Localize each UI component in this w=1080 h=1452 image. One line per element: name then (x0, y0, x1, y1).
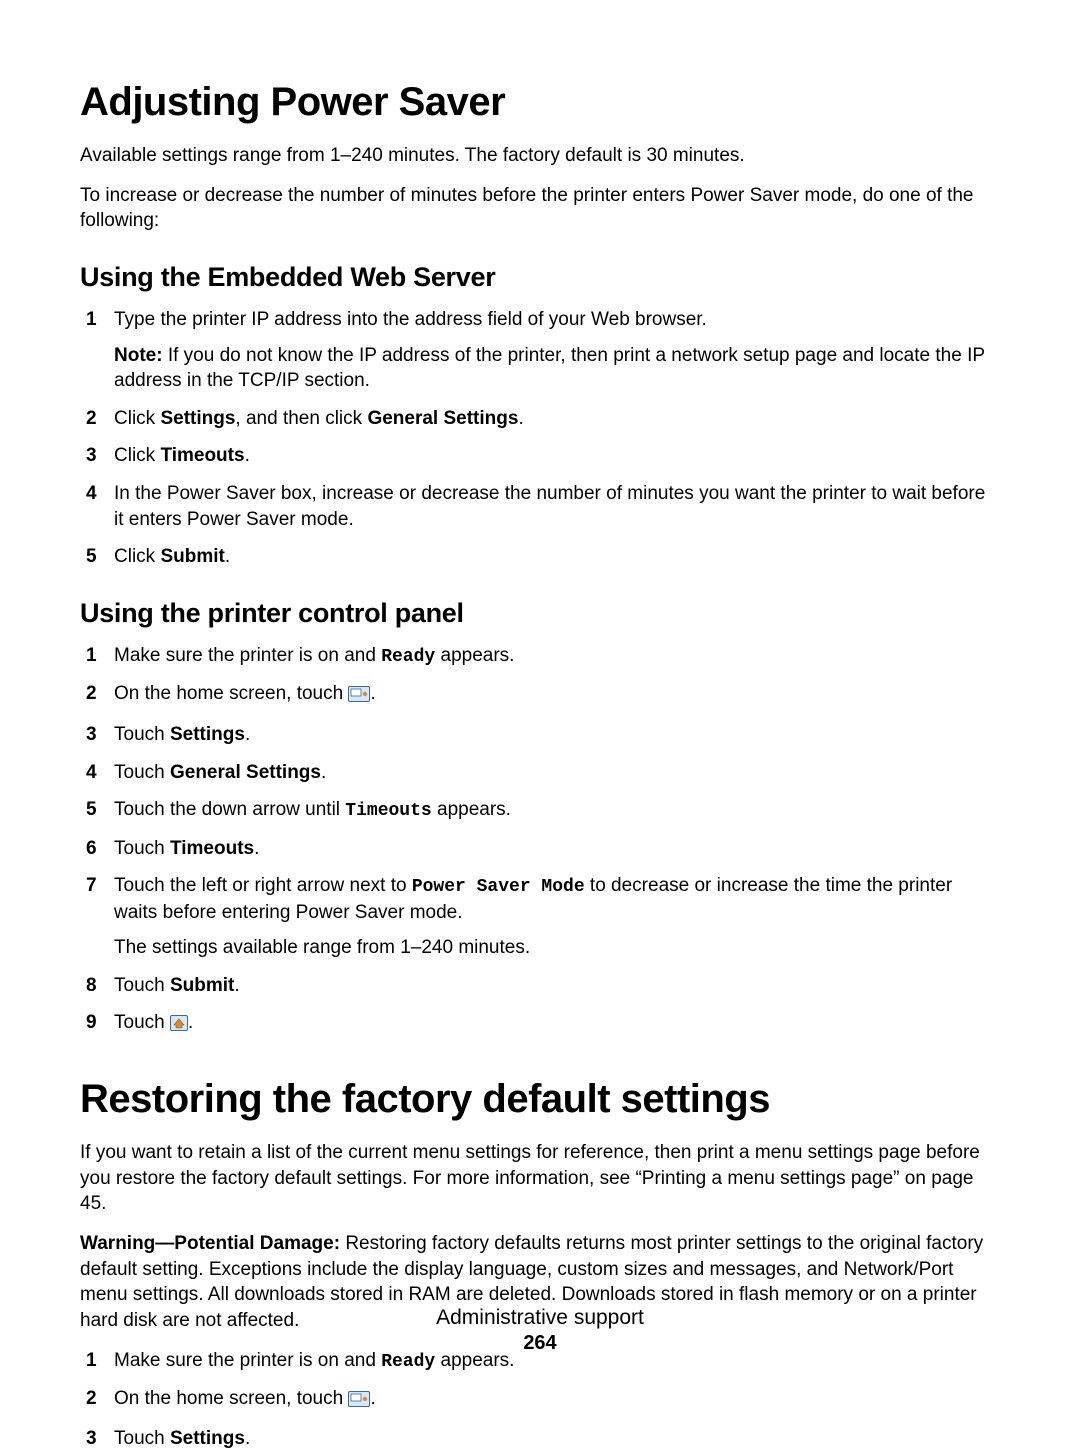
heading-adjusting-power-saver: Adjusting Power Saver (80, 80, 1000, 125)
page-number: 264 (523, 1332, 556, 1354)
paragraph: Available settings range from 1–240 minu… (80, 143, 1000, 169)
list-item: Touch Settings. (80, 722, 1000, 748)
list-item: Touch . (80, 1010, 1000, 1039)
note: Note: If you do not know the IP address … (114, 343, 1000, 394)
list-item: On the home screen, touch . (80, 1386, 1000, 1415)
paragraph: If you want to retain a list of the curr… (80, 1140, 1000, 1217)
list-item: On the home screen, touch . (80, 681, 1000, 710)
heading-restoring-factory-defaults: Restoring the factory default settings (80, 1077, 1000, 1122)
heading-embedded-web-server: Using the Embedded Web Server (80, 262, 1000, 293)
menu-icon (348, 1389, 370, 1415)
page-footer: Administrative support 264 (0, 1306, 1080, 1355)
list-item: Click Submit. (80, 544, 1000, 570)
list-item: Touch the left or right arrow next to Po… (80, 873, 1000, 961)
page: Adjusting Power Saver Available settings… (0, 0, 1080, 1397)
list-item: Type the printer IP address into the add… (80, 307, 1000, 394)
list-item: Touch Timeouts. (80, 836, 1000, 862)
menu-icon (348, 684, 370, 710)
ordered-list: Make sure the printer is on and Ready ap… (80, 1348, 1000, 1452)
list-item: Touch General Settings. (80, 760, 1000, 786)
list-item: Make sure the printer is on and Ready ap… (80, 643, 1000, 669)
list-item: Click Settings, and then click General S… (80, 406, 1000, 432)
footer-label: Administrative support (0, 1306, 1080, 1330)
ordered-list: Type the printer IP address into the add… (80, 307, 1000, 570)
list-item: In the Power Saver box, increase or decr… (80, 481, 1000, 532)
list-item: Touch Settings. (80, 1426, 1000, 1452)
ordered-list: Make sure the printer is on and Ready ap… (80, 643, 1000, 1039)
paragraph: To increase or decrease the number of mi… (80, 183, 1000, 234)
home-icon (170, 1013, 188, 1039)
list-item: Click Timeouts. (80, 443, 1000, 469)
list-item: Touch Submit. (80, 973, 1000, 999)
heading-printer-control-panel: Using the printer control panel (80, 598, 1000, 629)
list-item: Touch the down arrow until Timeouts appe… (80, 797, 1000, 823)
